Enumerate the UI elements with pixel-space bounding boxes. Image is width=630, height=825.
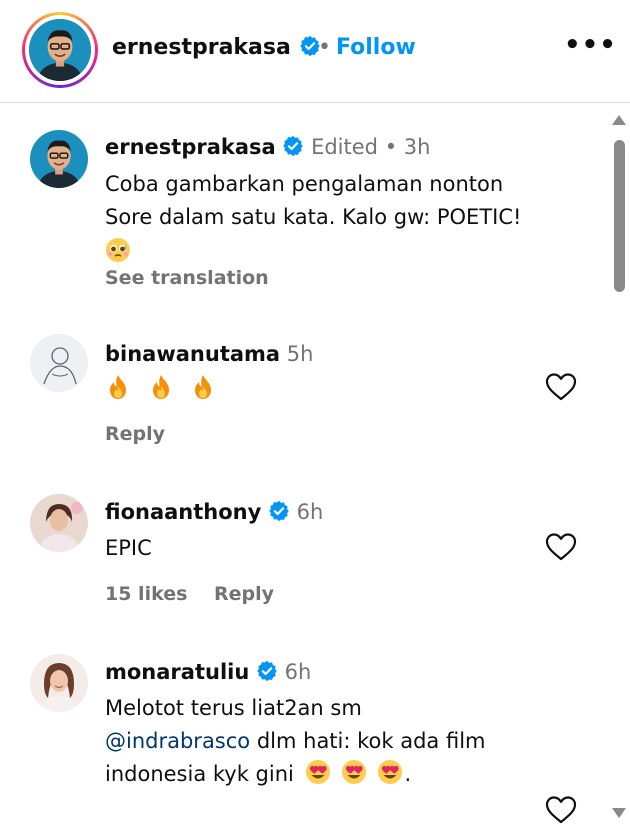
comment-line-3: indonesia kyk gini . [105,758,585,791]
scroll-up-arrow-icon[interactable] [612,115,626,125]
fire-emoji-icon [105,374,131,400]
comment-line-2: @indrabrasco dlm hati: kok ada film [105,725,585,758]
avatar-image [30,130,88,188]
reply-button[interactable]: Reply [214,583,274,605]
verified-badge-icon [268,500,290,522]
reply-button[interactable]: Reply [105,423,165,445]
comment-text [105,373,585,406]
caption-line-1: Coba gambarkan pengalaman nonton [105,172,504,196]
comment-text: Melotot terus liat2an sm @indrabrasco dl… [105,692,585,791]
post-header: ernestprakasa • Follow ••• [0,0,630,102]
like-heart-icon[interactable] [545,795,577,825]
comment-actions: Reply [105,423,185,445]
sketch-avatar-image [30,334,88,392]
caption-block: ernestprakasa Edited • 3h Coba gambarkan… [0,125,600,305]
edited-label: Edited [311,135,378,159]
caption-emoji-row [105,234,585,268]
fire-emoji-icon [190,374,216,400]
comment-text: EPIC [105,536,152,560]
comment-line-3-text: indonesia kyk gini [105,762,294,786]
comment-time[interactable]: 6h [285,660,312,684]
caption-header: ernestprakasa Edited • 3h [105,135,430,159]
header-username[interactable]: ernestprakasa [112,35,291,60]
mention-link[interactable]: @indrabrasco [105,729,250,753]
comment-actions: 15 likes Reply [105,583,294,605]
scroll-down-arrow-icon[interactable] [612,808,626,818]
comment-line-3-end: . [404,762,412,786]
comment-username[interactable]: monaratuliu [105,660,249,684]
follow-button[interactable]: Follow [336,35,416,60]
header-avatar[interactable] [29,19,91,81]
caption-username[interactable]: ernestprakasa [105,135,276,159]
like-heart-icon[interactable] [545,532,577,562]
comment-item: monaratuliu 6h Melotot terus liat2an sm … [0,650,600,823]
like-heart-icon[interactable] [545,372,577,402]
comment-header: monaratuliu 6h [105,660,311,684]
comment-header: fionaanthony 6h [105,500,323,524]
caption-time[interactable]: 3h [404,135,431,159]
comment-line-2-text: dlm hati: kok ada film [250,729,486,753]
scrollbar-thumb[interactable] [614,140,625,292]
likes-count[interactable]: 15 likes [105,583,187,605]
profile-photo-image [30,654,88,712]
comment-username[interactable]: fionaanthony [105,500,261,524]
comment-item: binawanutama 5h Reply [0,330,600,460]
profile-photo-image [30,494,88,552]
caption-text: Coba gambarkan pengalaman nonton Sore da… [105,168,585,268]
avatar-image [29,19,91,81]
comment-avatar[interactable] [30,334,88,392]
comment-username[interactable]: binawanutama [105,342,280,366]
pleading-face-emoji-icon [105,237,131,263]
heart-eyes-emoji-icon [377,759,403,785]
caption-line-2: Sore dalam satu kata. Kalo gw: POETIC! [105,205,522,229]
verified-badge-icon [282,135,304,157]
comment-line-1: Melotot terus liat2an sm [105,696,362,720]
fire-emoji-icon [148,374,174,400]
header-divider [0,102,630,103]
header-username-row[interactable]: ernestprakasa [112,35,321,60]
heart-eyes-emoji-icon [305,759,331,785]
verified-badge-icon [256,660,278,682]
caption-separator: • [384,135,398,159]
comment-header: binawanutama 5h [105,342,313,366]
story-ring[interactable] [22,12,98,88]
comment-avatar[interactable] [30,494,88,552]
header-separator: • [318,35,331,60]
caption-avatar[interactable] [30,130,88,188]
comment-time[interactable]: 6h [297,500,324,524]
more-options-icon[interactable]: ••• [564,30,617,60]
comment-time[interactable]: 5h [287,342,314,366]
avatar-gap [25,15,95,85]
comment-avatar[interactable] [30,654,88,712]
heart-eyes-emoji-icon [341,759,367,785]
comment-item: fionaanthony 6h EPIC 15 likes Reply [0,490,600,620]
see-translation-link[interactable]: See translation [105,267,269,289]
